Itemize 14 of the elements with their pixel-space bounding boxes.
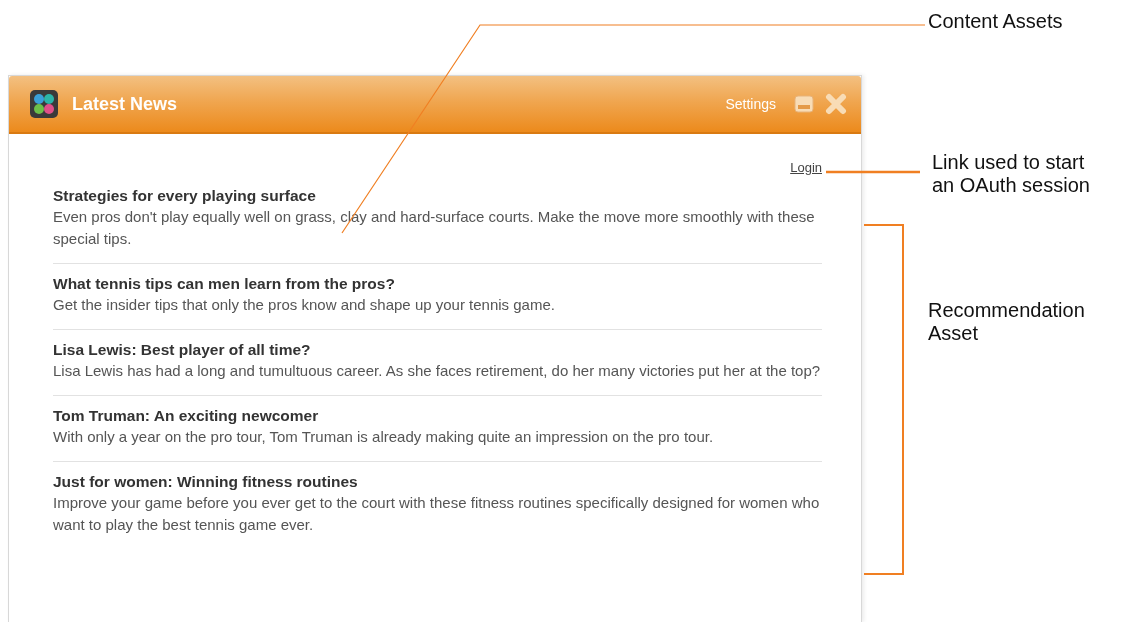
article-summary: Get the insider tips that only the pros know and shape up your tennis game. <box>53 295 556 315</box>
article-title[interactable]: Lisa Lewis: Best player of all time? <box>53 340 822 360</box>
login-link[interactable]: Login <box>790 160 822 176</box>
widget-title: Latest News <box>72 93 179 115</box>
article-summary: Lisa Lewis has had a long and tumultuous career. As she faces retirement, do her many victories put her at the top? <box>53 361 822 381</box>
article-title[interactable]: Tom Truman: An exciting newcomer <box>53 406 822 426</box>
annotation-label: Recommendation Asset <box>928 299 1086 345</box>
annotation-label: Link used to start an OAuth session <box>932 151 1091 197</box>
article-title[interactable]: Just for women: Winning fitness routines <box>53 472 822 492</box>
article-title[interactable]: What tennis tips can men learn from the pros? <box>53 274 822 294</box>
article-summary: Improve your game before you ever get to the court with these fitness routines specifically designed for women who want to play the best tennis game ever. <box>53 493 821 535</box>
article-summary: With only a year on the pro tour, Tom Truman is already making quite an impression on the pro tour. <box>53 427 715 447</box>
article-title[interactable]: Strategies for every playing surface <box>53 186 822 206</box>
annotation-label: Content Assets <box>928 10 1064 33</box>
